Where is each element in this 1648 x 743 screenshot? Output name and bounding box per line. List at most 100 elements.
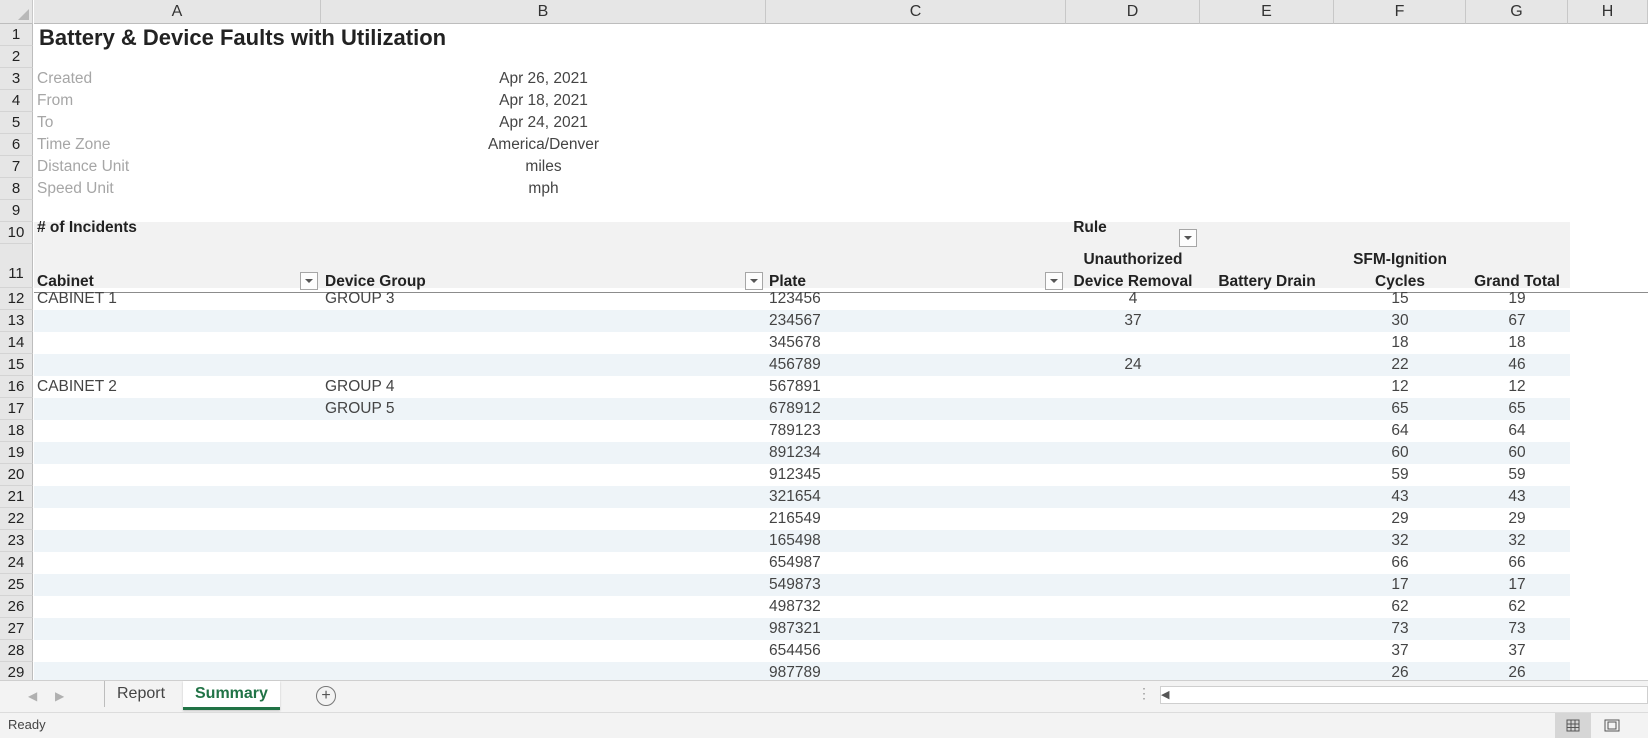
row-header-14[interactable]: 14 [0,332,33,354]
cell-total[interactable]: 59 [1466,464,1568,486]
cell-total[interactable]: 64 [1466,420,1568,442]
cell-unauth[interactable] [1066,420,1200,442]
rule-filter-dropdown-icon[interactable] [1179,229,1197,247]
cell-unauth[interactable] [1066,662,1200,680]
meta-value[interactable]: miles [321,156,766,178]
cell-unauth[interactable] [1066,508,1200,530]
cell-total[interactable]: 17 [1466,574,1568,596]
sheet-tab-summary[interactable]: Summary [183,681,280,710]
cell-plate[interactable]: 678912 [769,398,1049,420]
cell-battery[interactable] [1200,354,1334,376]
cell-total[interactable]: 18 [1466,332,1568,354]
cell-total[interactable]: 12 [1466,376,1568,398]
cell-total[interactable]: 46 [1466,354,1568,376]
cell-sfm[interactable]: 30 [1334,310,1466,332]
cell-plate[interactable]: 912345 [769,464,1049,486]
row-header-25[interactable]: 25 [0,574,33,596]
cell-cabinet[interactable] [37,508,317,530]
row-header-13[interactable]: 13 [0,310,33,332]
horizontal-scrollbar[interactable] [1160,686,1648,704]
cell-sfm[interactable]: 66 [1334,552,1466,574]
meta-value[interactable]: Apr 18, 2021 [321,90,766,112]
cell-unauth[interactable] [1066,596,1200,618]
row-header-21[interactable]: 21 [0,486,33,508]
cell-cabinet[interactable] [37,310,317,332]
cell-cabinet[interactable] [37,332,317,354]
cell-group[interactable] [325,618,725,640]
cell-group[interactable] [325,640,725,662]
row-header-18[interactable]: 18 [0,420,33,442]
cell-battery[interactable] [1200,552,1334,574]
cell-sfm[interactable]: 62 [1334,596,1466,618]
cell-plate[interactable]: 165498 [769,530,1049,552]
meta-label[interactable]: Time Zone [37,134,111,156]
cell-sfm[interactable]: 22 [1334,354,1466,376]
cell-unauth[interactable] [1066,640,1200,662]
row-header-19[interactable]: 19 [0,442,33,464]
report-title[interactable]: Battery & Device Faults with Utilization [39,25,446,51]
meta-label[interactable]: Created [37,68,92,90]
cell-group[interactable] [325,442,725,464]
cell-unauth[interactable] [1066,574,1200,596]
cell-plate[interactable]: 654456 [769,640,1049,662]
cell-total[interactable]: 60 [1466,442,1568,464]
cell-unauth[interactable] [1066,552,1200,574]
cell-plate[interactable]: 789123 [769,420,1049,442]
cell-group[interactable]: GROUP 4 [325,376,725,398]
cell-cabinet[interactable] [37,530,317,552]
row-header-22[interactable]: 22 [0,508,33,530]
cell-total[interactable]: 66 [1466,552,1568,574]
column-header-b[interactable]: B [321,0,766,24]
cell-plate[interactable]: 567891 [769,376,1049,398]
sheet-prev-icon[interactable]: ◀ [28,689,37,703]
cell-cabinet[interactable]: CABINET 1 [37,288,317,310]
column-header-h[interactable]: H [1568,0,1648,24]
cell-battery[interactable] [1200,376,1334,398]
cell-total[interactable]: 43 [1466,486,1568,508]
row-header-5[interactable]: 5 [0,112,33,134]
cell-sfm[interactable]: 32 [1334,530,1466,552]
row-header-26[interactable]: 26 [0,596,33,618]
cell-unauth[interactable] [1066,464,1200,486]
cell-sfm[interactable]: 12 [1334,376,1466,398]
row-header-20[interactable]: 20 [0,464,33,486]
column-header-a[interactable]: A [34,0,321,24]
cell-total[interactable]: 19 [1466,288,1568,310]
cell-cabinet[interactable] [37,442,317,464]
cell-battery[interactable] [1200,464,1334,486]
meta-value[interactable]: Apr 26, 2021 [321,68,766,90]
row-header-11[interactable]: 11 [0,244,33,288]
cell-cabinet[interactable] [37,596,317,618]
row-header-2[interactable]: 2 [0,46,33,68]
cell-unauth[interactable]: 4 [1066,288,1200,310]
meta-label[interactable]: Speed Unit [37,178,114,200]
cell-group[interactable] [325,552,725,574]
cell-plate[interactable]: 891234 [769,442,1049,464]
meta-label[interactable]: From [37,90,73,112]
meta-value[interactable]: mph [321,178,766,200]
cell-sfm[interactable]: 59 [1334,464,1466,486]
row-header-9[interactable]: 9 [0,200,33,222]
cell-unauth[interactable] [1066,376,1200,398]
cell-sfm[interactable]: 64 [1334,420,1466,442]
cell-plate[interactable]: 987321 [769,618,1049,640]
cell-total[interactable]: 32 [1466,530,1568,552]
cell-total[interactable]: 37 [1466,640,1568,662]
row-header-15[interactable]: 15 [0,354,33,376]
row-header-23[interactable]: 23 [0,530,33,552]
cell-group[interactable]: GROUP 3 [325,288,725,310]
cell-plate[interactable]: 216549 [769,508,1049,530]
cell-unauth[interactable] [1066,618,1200,640]
cell-battery[interactable] [1200,662,1334,680]
cell-total[interactable]: 62 [1466,596,1568,618]
cell-cabinet[interactable] [37,398,317,420]
cell-battery[interactable] [1200,508,1334,530]
normal-view-icon[interactable] [1555,713,1591,738]
row-header-10[interactable]: 10 [0,222,33,244]
row-header-16[interactable]: 16 [0,376,33,398]
cell-unauth[interactable] [1066,332,1200,354]
row-header-28[interactable]: 28 [0,640,33,662]
cell-total[interactable]: 67 [1466,310,1568,332]
row-header-3[interactable]: 3 [0,68,33,90]
cell-group[interactable] [325,662,725,680]
